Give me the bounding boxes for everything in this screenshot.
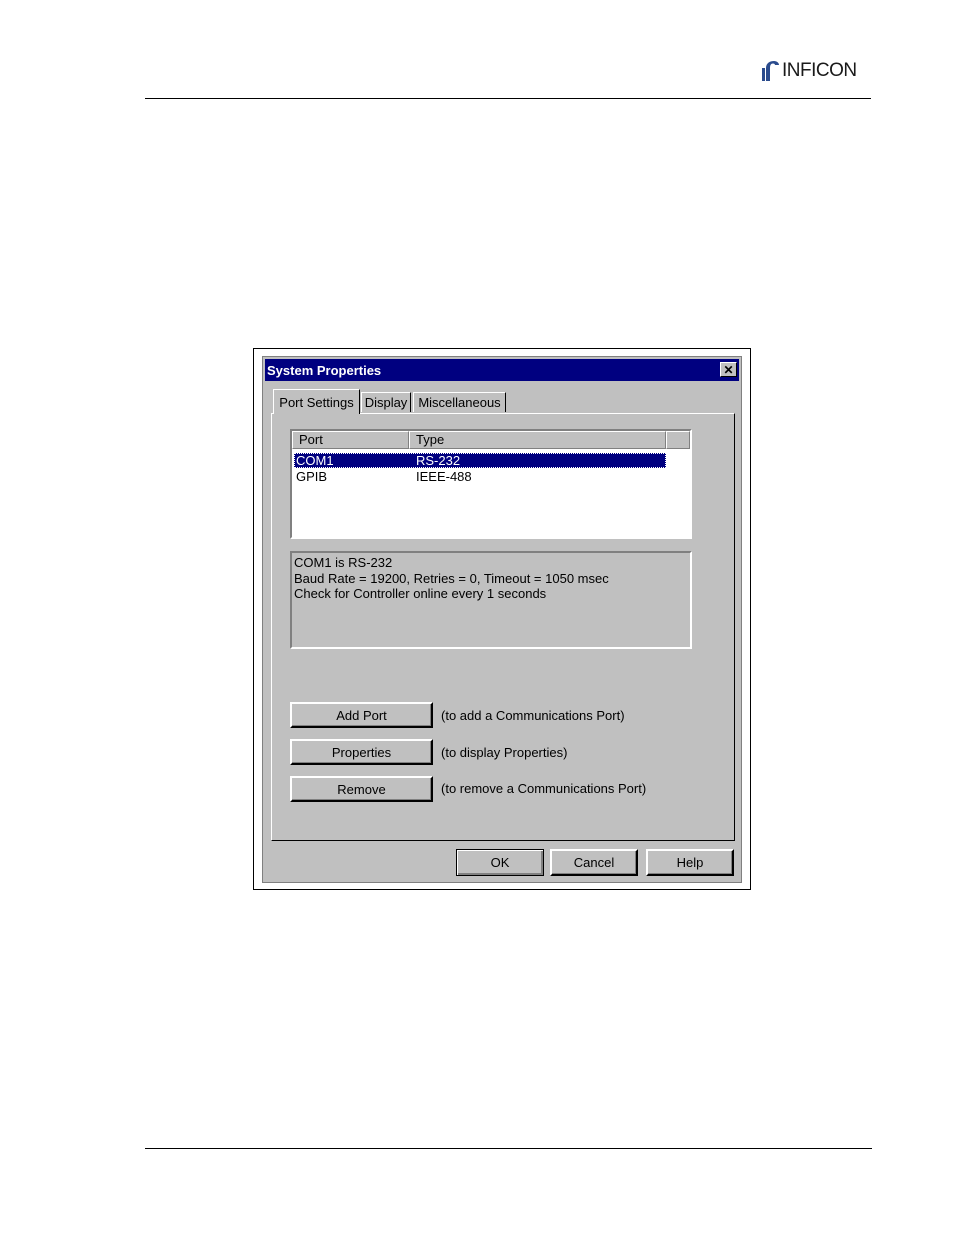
tab-display[interactable]: Display (361, 392, 411, 412)
cancel-button[interactable]: Cancel (550, 849, 638, 876)
add-port-hint: (to add a Communications Port) (441, 708, 625, 723)
info-line: COM1 is RS-232 (294, 555, 393, 570)
column-header-port[interactable]: Port (292, 431, 409, 449)
port-settings-panel: Port Type COM1 RS-232 GPIB IEEE-488 COM1… (271, 413, 735, 841)
tab-port-settings[interactable]: Port Settings (273, 389, 360, 414)
column-header-filler (666, 431, 690, 449)
inficon-logo: INFICON (760, 58, 857, 84)
close-button[interactable]: ✕ (720, 362, 737, 377)
tab-miscellaneous[interactable]: Miscellaneous (413, 392, 506, 412)
dialog-title: System Properties (267, 362, 382, 378)
remove-hint: (to remove a Communications Port) (441, 781, 647, 796)
type-cell: RS-232 (416, 453, 461, 468)
inficon-logo-icon (762, 61, 779, 81)
type-cell: IEEE-488 (416, 469, 472, 484)
header-rule (145, 98, 871, 99)
port-cell: COM1 (296, 453, 334, 468)
system-properties-dialog: System Properties ✕ Port Type COM1 RS-23… (262, 356, 742, 883)
help-button[interactable]: Help (646, 849, 734, 876)
close-icon: ✕ (723, 362, 734, 377)
info-line: Check for Controller online every 1 seco… (294, 586, 547, 601)
brand-name: INFICON (782, 60, 857, 81)
port-info-box: COM1 is RS-232 Baud Rate = 19200, Retrie… (290, 551, 692, 649)
port-list[interactable]: Port Type COM1 RS-232 GPIB IEEE-488 (290, 429, 692, 539)
properties-hint: (to display Properties) (441, 745, 568, 760)
port-cell: GPIB (296, 469, 328, 484)
column-header-type[interactable]: Type (409, 431, 666, 449)
properties-button[interactable]: Properties (290, 739, 433, 765)
list-item[interactable]: GPIB IEEE-488 (294, 469, 666, 484)
add-port-button[interactable]: Add Port (290, 702, 433, 728)
list-item[interactable]: COM1 RS-232 (294, 453, 666, 468)
info-line: Baud Rate = 19200, Retries = 0, Timeout … (294, 570, 609, 586)
dialog-titlebar[interactable]: System Properties ✕ (265, 359, 739, 381)
remove-button[interactable]: Remove (290, 776, 433, 802)
footer-rule (145, 1148, 872, 1149)
ok-button[interactable]: OK (456, 849, 544, 876)
